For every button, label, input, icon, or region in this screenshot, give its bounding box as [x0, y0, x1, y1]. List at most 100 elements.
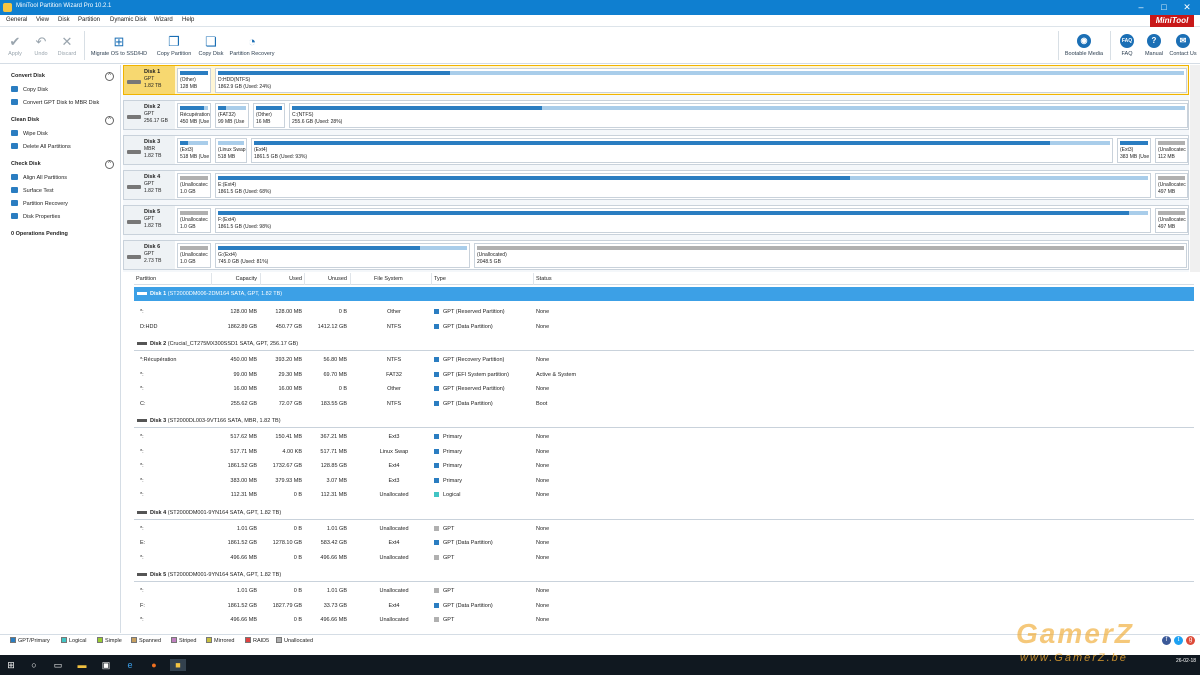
sidebar-item-wipe-disk[interactable]: Wipe Disk — [11, 130, 48, 137]
partition-block[interactable]: Récupération 450 MB (Use — [177, 103, 211, 128]
partition-block[interactable]: (Unallocatec 497 MB — [1155, 173, 1188, 198]
copy-disk-button[interactable]: ❏ Copy Disk — [196, 27, 226, 64]
table-row[interactable]: F: 1861.52 GB 1827.79 GB 33.73 GB Ext4 GPT (D… — [134, 599, 1194, 613]
col-used[interactable]: Used — [264, 276, 302, 282]
sidebar-item-disk-properties[interactable]: Disk Properties — [11, 213, 60, 220]
table-row[interactable]: *: 1861.52 GB 1732.67 GB 128.85 GB Ext4 Prima… — [134, 459, 1194, 473]
table-row[interactable]: *: 1.01 GB 0 B 1.01 GB Unallocated GPT None — [134, 584, 1194, 598]
table-row[interactable]: *: 112.31 MB 0 B 112.31 MB Unallocated Logica… — [134, 488, 1194, 502]
col-partition[interactable]: Partition — [136, 276, 156, 282]
disk-row[interactable]: Disk 4 GPT 1.82 TB (Unallocatec 1.0 GB E:(Ext… — [123, 170, 1189, 200]
table-row[interactable]: *: 99.00 MB 29.30 MB 69.70 MB FAT32 GPT (EFI … — [134, 368, 1194, 382]
menu-help[interactable]: Help — [182, 17, 194, 23]
sidebar-item-align[interactable]: Align All Partitions — [11, 174, 67, 181]
table-row[interactable]: *: 128.00 MB 128.00 MB 0 B Other GPT (Reserve… — [134, 305, 1194, 319]
col-file-system[interactable]: File System — [374, 276, 403, 282]
table-row[interactable]: *: 496.66 MB 0 B 496.66 MB Unallocated GPT Non… — [134, 613, 1194, 627]
menu-partition[interactable]: Partition — [78, 17, 100, 23]
firefox-icon[interactable]: ● — [148, 659, 160, 671]
disk-info[interactable]: Disk 1 GPT 1.82 TB — [124, 66, 175, 94]
disk-header-row[interactable]: Disk 3 (ST2000DL003-9VT166 SATA, MBR, 1.… — [134, 414, 1194, 428]
disk-map-scrollbar[interactable] — [1190, 65, 1200, 272]
contact-us-button[interactable]: ✉ Contact Us — [1168, 27, 1198, 64]
col-unused[interactable]: Unused — [304, 276, 347, 282]
search-icon[interactable]: ○ — [28, 659, 40, 671]
sidebar-item-surface-test[interactable]: Surface Test — [11, 187, 53, 194]
partition-block[interactable]: G:(Ext4) 745.0 GB (Used: 81%) — [215, 243, 470, 268]
disk-info[interactable]: Disk 2 GPT 256.17 GB — [124, 101, 175, 129]
disk-row[interactable]: Disk 3 MBR 1.82 TB (Ext3) 518 MB (Use (Linux … — [123, 135, 1189, 165]
partition-block[interactable]: (Ext3) 383 MB (Use — [1117, 138, 1151, 163]
menu-view[interactable]: View — [36, 17, 49, 23]
partition-block[interactable]: (Ext4) 1861.5 GB (Used: 93%) — [251, 138, 1113, 163]
collapse-icon[interactable]: ^ — [105, 72, 114, 81]
disk-info[interactable]: Disk 6 GPT 2.73 TB — [124, 241, 175, 269]
partition-block[interactable]: (FAT32) 99 MB (Use — [215, 103, 249, 128]
undo-button[interactable]: ↶ Undo — [30, 27, 52, 64]
partition-block[interactable]: (Other) 16 MB — [253, 103, 285, 128]
sidebar-item-delete-all[interactable]: Delete All Partitions — [11, 143, 71, 150]
migrate-os-button[interactable]: ⊞ Migrate OS to SSD/HD — [88, 27, 150, 64]
partition-wizard-taskbar-icon[interactable]: ■ — [170, 659, 186, 671]
collapse-icon[interactable]: ^ — [105, 160, 114, 169]
twitter-icon[interactable]: t — [1174, 636, 1183, 645]
table-row[interactable]: *: 16.00 MB 16.00 MB 0 B Other GPT (Reserved … — [134, 382, 1194, 396]
edge-icon[interactable]: e — [124, 659, 136, 671]
col-type[interactable]: Type — [434, 276, 446, 282]
disk-header-row[interactable]: Disk 6 (ST3000DM001-1CH166 SATA, GPT, 2.… — [134, 631, 1194, 634]
menu-dynamic-disk[interactable]: Dynamic Disk — [110, 17, 147, 23]
disk-row[interactable]: Disk 5 GPT 1.82 TB (Unallocatec 1.0 GB F:(Ext… — [123, 205, 1189, 235]
google-plus-icon[interactable]: g — [1186, 636, 1195, 645]
col-capacity[interactable]: Capacity — [214, 276, 257, 282]
partition-block[interactable]: (Unallocatec 1.0 GB — [177, 208, 211, 233]
col-status[interactable]: Status — [536, 276, 552, 282]
partition-block[interactable]: C:(NTFS) 255.6 GB (Used: 28%) — [289, 103, 1188, 128]
table-row[interactable]: *: 496.66 MB 0 B 496.66 MB Unallocated GPT Non… — [134, 551, 1194, 565]
table-row[interactable]: *: 517.62 MB 150.41 MB 367.21 MB Ext3 Primary… — [134, 430, 1194, 444]
disk-header-row[interactable]: Disk 1 (ST2000DM006-2DM164 SATA, GPT, 1.… — [134, 287, 1194, 301]
disk-row[interactable]: Disk 2 GPT 256.17 GB Récupération 450 MB (Us… — [123, 100, 1189, 130]
disk-header-row[interactable]: Disk 4 (ST2000DM001-9YN164 SATA, GPT, 1.… — [134, 506, 1194, 520]
table-row[interactable]: D:HDD 1862.89 GB 450.77 GB 1412.12 GB NTFS GP… — [134, 320, 1194, 334]
disk-row[interactable]: Disk 1 GPT 1.82 TB (Other) 128 MB D:HDD(NTFS)… — [123, 65, 1189, 95]
close-button[interactable]: ✕ — [1176, 1, 1198, 13]
table-row[interactable]: C: 255.62 GB 72.07 GB 183.55 GB NTFS GPT (Dat… — [134, 397, 1194, 411]
sidebar-item-partition-recovery[interactable]: Partition Recovery — [11, 200, 68, 207]
partition-block[interactable]: (Linux Swap 518 MB — [215, 138, 247, 163]
store-icon[interactable]: ▣ — [100, 659, 112, 671]
partition-block[interactable]: (Other) 128 MB — [177, 68, 211, 93]
table-row[interactable]: *: 1.01 GB 0 B 1.01 GB Unallocated GPT None — [134, 522, 1194, 536]
windows-start-icon[interactable]: ⊞ — [5, 659, 17, 671]
maximize-button[interactable]: □ — [1153, 1, 1175, 13]
disk-header-row[interactable]: Disk 5 (ST2000DM001-9YN164 SATA, GPT, 1.… — [134, 568, 1194, 582]
copy-partition-button[interactable]: ❐ Copy Partition — [153, 27, 195, 64]
menu-wizard[interactable]: Wizard — [154, 17, 173, 23]
facebook-icon[interactable]: f — [1162, 636, 1171, 645]
table-row[interactable]: E: 1861.52 GB 1278.10 GB 583.42 GB Ext4 GPT (… — [134, 536, 1194, 550]
partition-block[interactable]: D:HDD(NTFS) 1862.9 GB (Used: 24%) — [215, 68, 1187, 93]
disk-header-row[interactable]: Disk 2 (Crucial_CT275MX300SSD1 SATA, GPT… — [134, 337, 1194, 351]
apply-button[interactable]: ✔ Apply — [4, 27, 26, 64]
partition-block[interactable]: (Unallocatec 1.0 GB — [177, 243, 211, 268]
manual-button[interactable]: ? Manual — [1142, 27, 1166, 64]
partition-block[interactable]: (Ext3) 518 MB (Use — [177, 138, 211, 163]
table-row[interactable]: *: 383.00 MB 379.93 MB 3.07 MB Ext3 Primary No… — [134, 474, 1194, 488]
sidebar-item-copy-disk[interactable]: Copy Disk — [11, 86, 48, 93]
collapse-icon[interactable]: ^ — [105, 116, 114, 125]
partition-block[interactable]: (Unallocatec 112 MB — [1155, 138, 1188, 163]
table-row[interactable]: *: 517.71 MB 4.00 KB 517.71 MB Linux Swap Pri… — [134, 445, 1194, 459]
disk-info[interactable]: Disk 5 GPT 1.82 TB — [124, 206, 175, 234]
disk-info[interactable]: Disk 3 MBR 1.82 TB — [124, 136, 175, 164]
bootable-media-button[interactable]: ◉ Bootable Media — [1062, 27, 1106, 64]
faq-button[interactable]: FAQ FAQ — [1116, 27, 1138, 64]
partition-block[interactable]: (Unallocatec 1.0 GB — [177, 173, 211, 198]
partition-block[interactable]: (Unallocatec 497 MB — [1155, 208, 1188, 233]
sidebar-item-convert-gpt[interactable]: Convert GPT Disk to MBR Disk — [11, 99, 99, 106]
minimize-button[interactable]: – — [1130, 1, 1152, 13]
task-view-icon[interactable]: ▭ — [52, 659, 64, 671]
partition-block[interactable]: (Unallocated) 2048.5 GB — [474, 243, 1187, 268]
partition-block[interactable]: F:(Ext4) 1861.5 GB (Used: 98%) — [215, 208, 1151, 233]
disk-info[interactable]: Disk 4 GPT 1.82 TB — [124, 171, 175, 199]
partition-recovery-button[interactable]: ◔ Partition Recovery — [227, 27, 277, 64]
file-explorer-icon[interactable]: ▬ — [76, 659, 88, 671]
